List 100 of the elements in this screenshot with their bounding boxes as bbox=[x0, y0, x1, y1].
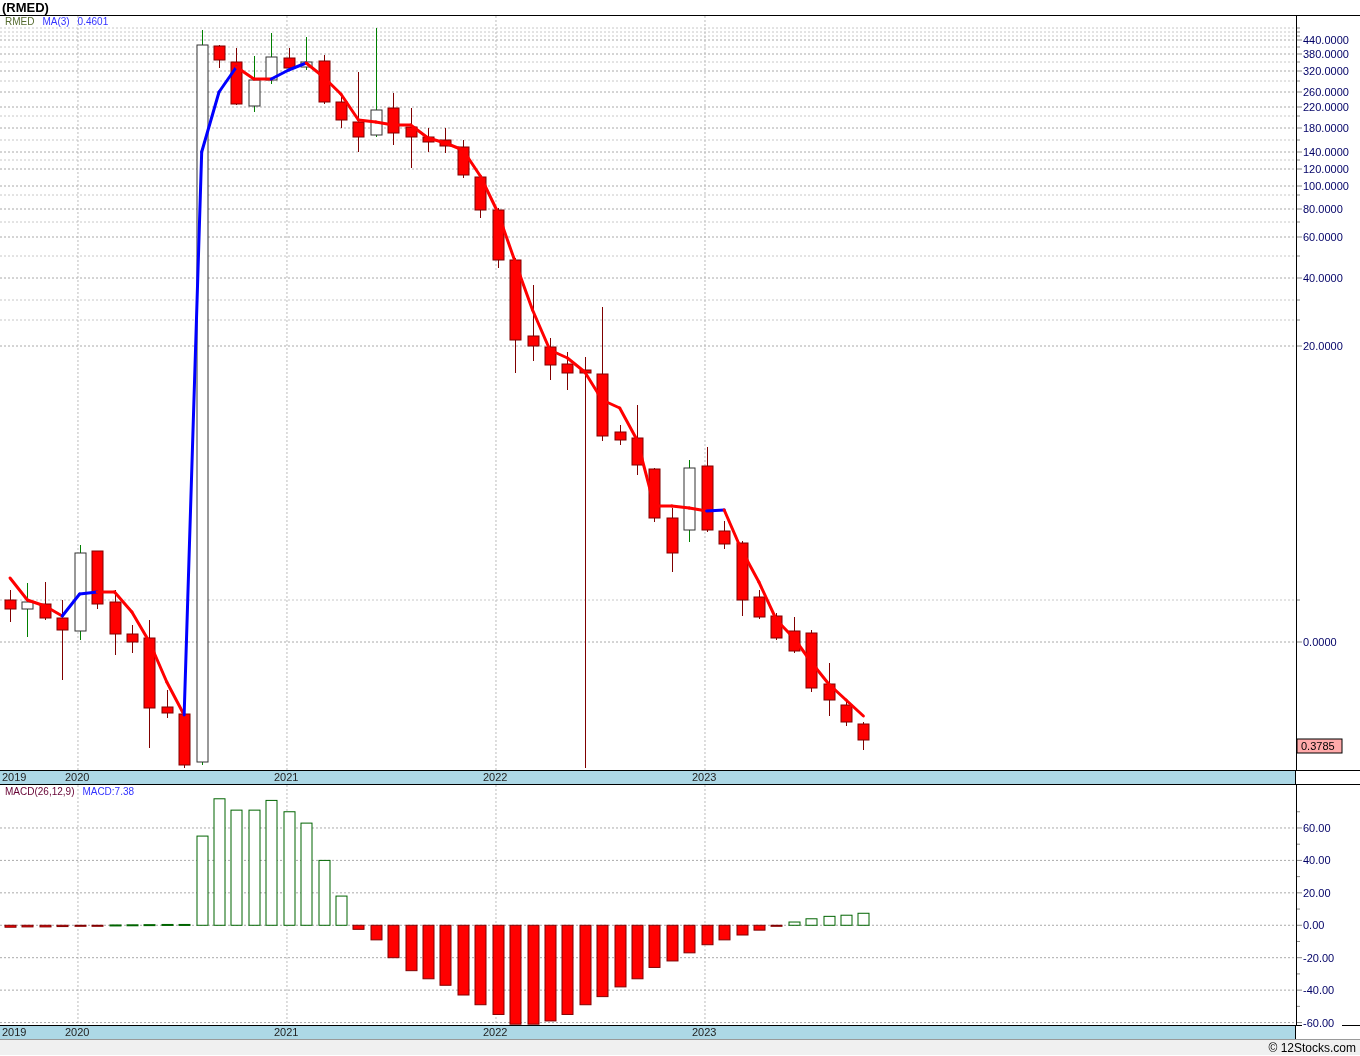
histogram-bar bbox=[161, 923, 174, 926]
candlestick bbox=[823, 662, 836, 717]
histogram-bar bbox=[39, 924, 52, 928]
candlestick bbox=[387, 92, 400, 146]
histogram-bar bbox=[614, 924, 627, 988]
axis-label: 100.0000 bbox=[1303, 180, 1349, 192]
candlestick bbox=[840, 699, 853, 727]
candlestick bbox=[788, 616, 801, 654]
candlestick bbox=[561, 351, 574, 391]
candlestick bbox=[178, 713, 191, 769]
histogram-bar bbox=[352, 924, 365, 930]
candlestick bbox=[91, 550, 104, 610]
histogram-bar bbox=[457, 924, 470, 996]
axis-label: -20.00 bbox=[1303, 951, 1335, 964]
histogram-bar bbox=[126, 924, 139, 927]
candlestick bbox=[126, 624, 139, 654]
candlestick bbox=[457, 139, 470, 179]
candlestick bbox=[631, 404, 644, 476]
legend-label: MA(3) bbox=[42, 16, 70, 27]
candlestick bbox=[248, 55, 261, 113]
candlestick bbox=[300, 36, 313, 71]
candlestick bbox=[614, 424, 627, 446]
histogram-bar bbox=[56, 924, 69, 928]
year-label: 2023 bbox=[691, 771, 717, 784]
candlestick bbox=[21, 582, 34, 638]
candlestick bbox=[492, 207, 505, 269]
axis-label: -40.00 bbox=[1303, 984, 1335, 997]
axis-label: 320.0000 bbox=[1303, 65, 1349, 77]
histogram-bar bbox=[666, 924, 679, 962]
year-label: 2023 bbox=[691, 1026, 717, 1039]
axis-label: 0.00 bbox=[1303, 919, 1325, 932]
legend-label: RMED bbox=[5, 16, 35, 27]
candlestick bbox=[439, 127, 452, 154]
candlestick bbox=[805, 629, 818, 693]
axis-label: 60.0000 bbox=[1303, 231, 1343, 243]
axis-label: 60.00 bbox=[1303, 821, 1331, 834]
histogram-bar bbox=[683, 924, 696, 954]
year-label: 2020 bbox=[64, 1026, 90, 1039]
candlestick bbox=[666, 507, 679, 573]
candlestick bbox=[718, 520, 731, 550]
year-label: 2022 bbox=[482, 771, 508, 784]
legend-label: 0.4601 bbox=[77, 16, 109, 27]
candlestick bbox=[474, 174, 487, 219]
histogram-bar bbox=[21, 924, 34, 928]
axis-label: 40.0000 bbox=[1303, 272, 1343, 284]
histogram-bar bbox=[422, 924, 435, 980]
candlestick bbox=[753, 589, 766, 620]
chart-title: (RMED) bbox=[2, 1, 49, 14]
candlestick bbox=[283, 47, 296, 71]
candlestick bbox=[648, 467, 661, 523]
axis-label: 220.0000 bbox=[1303, 101, 1349, 113]
year-label: 2019 bbox=[2, 1026, 27, 1039]
axis-label: 40.00 bbox=[1303, 854, 1331, 867]
axis-label: 260.0000 bbox=[1303, 86, 1349, 98]
year-label: 2022 bbox=[482, 1026, 508, 1039]
histogram-bar bbox=[805, 918, 818, 926]
axis-label: 120.0000 bbox=[1303, 163, 1349, 175]
axis-label: 380.0000 bbox=[1303, 48, 1349, 60]
candlestick bbox=[544, 337, 557, 381]
axis-label: 20.00 bbox=[1303, 886, 1331, 899]
histogram-bar bbox=[387, 924, 400, 959]
candlestick bbox=[405, 107, 418, 169]
copyright-text: © 12Stocks.com bbox=[1268, 1041, 1356, 1054]
candlestick bbox=[109, 589, 122, 656]
histogram-bar bbox=[857, 912, 870, 926]
histogram-bar bbox=[405, 924, 418, 972]
histogram-bar bbox=[770, 924, 783, 927]
candlestick bbox=[39, 581, 52, 621]
histogram-bar bbox=[178, 923, 191, 926]
histogram-bar bbox=[439, 924, 452, 986]
candlestick bbox=[4, 589, 17, 623]
axis-label: -60.00 bbox=[1303, 1016, 1335, 1029]
price-badge: 0.3785 bbox=[1296, 738, 1343, 754]
year-label: 2021 bbox=[273, 771, 299, 784]
histogram-bar bbox=[318, 859, 331, 926]
histogram-bar bbox=[840, 914, 853, 926]
histogram-bar bbox=[701, 924, 714, 946]
histogram-bar bbox=[753, 924, 766, 931]
histogram-bar bbox=[736, 924, 749, 936]
histogram-bar bbox=[109, 924, 122, 927]
candlestick bbox=[318, 54, 331, 105]
axis-label: 180.0000 bbox=[1303, 122, 1349, 134]
histogram-bar bbox=[335, 895, 348, 926]
axis-label: 440.0000 bbox=[1303, 34, 1349, 46]
candlestick bbox=[857, 721, 870, 751]
histogram-bar bbox=[91, 924, 104, 927]
candlestick bbox=[161, 689, 174, 719]
histogram-bar bbox=[631, 924, 644, 980]
candlestick bbox=[422, 127, 435, 153]
candlestick bbox=[265, 32, 278, 85]
year-label: 2020 bbox=[64, 771, 90, 784]
histogram-bar bbox=[788, 921, 801, 926]
axis-label: 80.0000 bbox=[1303, 203, 1343, 215]
histogram-bar bbox=[718, 924, 731, 941]
axis-label: 0.0000 bbox=[1303, 636, 1337, 648]
year-label: 2019 bbox=[2, 771, 27, 784]
histogram-bar bbox=[143, 924, 156, 927]
legend-label: MACD:7.38 bbox=[82, 786, 135, 797]
histogram-bar bbox=[823, 915, 836, 926]
histogram-bar bbox=[74, 924, 87, 927]
